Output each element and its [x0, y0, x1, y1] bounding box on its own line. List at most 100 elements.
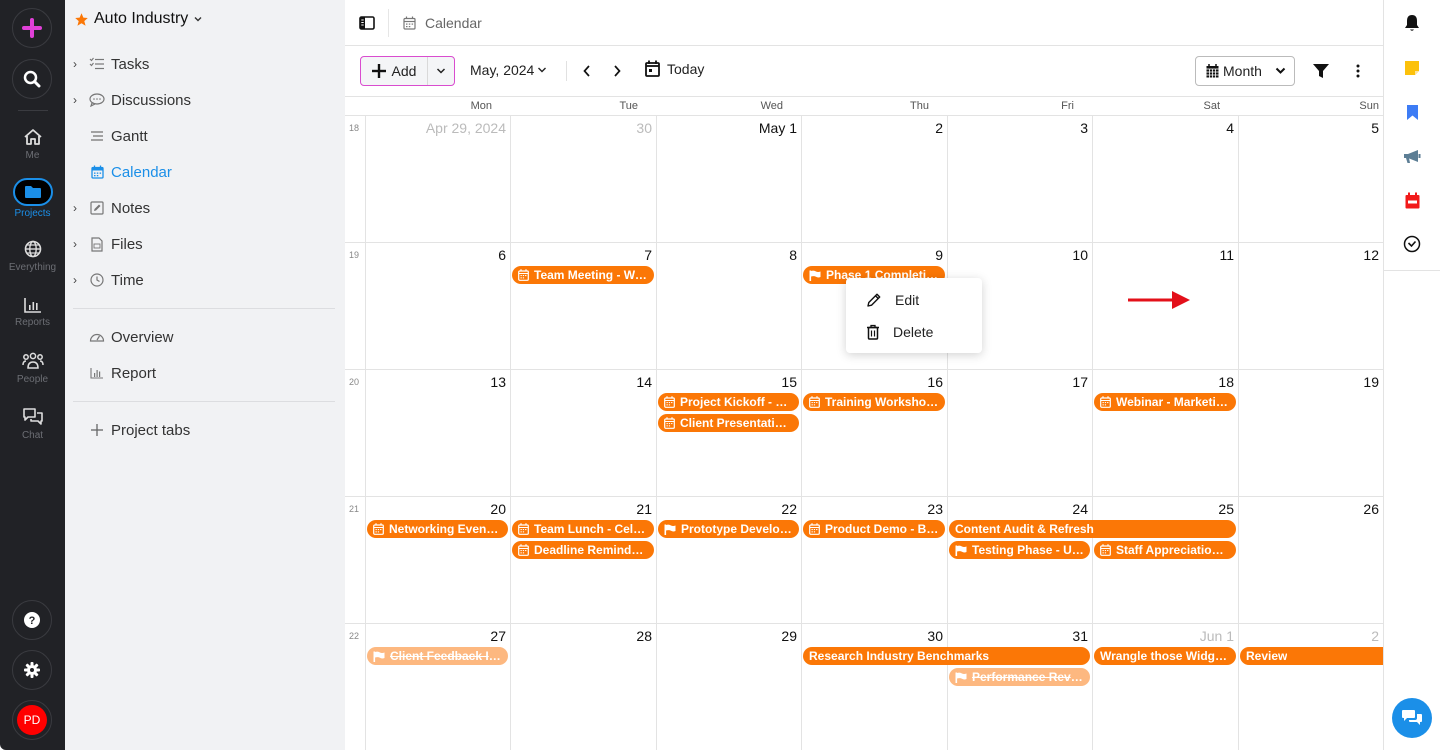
add-dropdown-button[interactable] [428, 57, 454, 85]
day-number[interactable]: 12 [1363, 247, 1379, 263]
rail-item-projects[interactable]: Projects [0, 178, 65, 219]
day-cell[interactable]: 20 [365, 497, 510, 624]
day-cell[interactable]: 8 [656, 243, 801, 370]
day-cell[interactable]: 25 [1092, 497, 1238, 624]
day-number[interactable]: Apr 29, 2024 [426, 120, 506, 136]
calendar-event[interactable]: Team Lunch - Celebr… [512, 520, 654, 538]
previous-month-button[interactable] [577, 60, 597, 82]
chevron-right-icon[interactable]: › [73, 93, 87, 107]
day-number[interactable]: 16 [927, 374, 943, 390]
day-cell[interactable]: 31 [947, 624, 1092, 750]
day-cell[interactable]: 29 [656, 624, 801, 750]
sidebar-item-report[interactable]: Report [73, 361, 156, 385]
more-options-button[interactable] [1347, 60, 1369, 82]
support-chat-button[interactable] [1392, 698, 1432, 738]
day-cell[interactable]: May 1 [656, 116, 801, 243]
day-cell[interactable]: 23 [801, 497, 947, 624]
help-button[interactable]: ? [12, 600, 52, 640]
add-project-tab-button[interactable]: Project tabs [73, 418, 190, 442]
day-cell[interactable]: 4 [1092, 116, 1238, 243]
day-number[interactable]: 25 [1218, 501, 1234, 517]
filter-button[interactable] [1310, 60, 1332, 82]
sidebar-item-files[interactable]: › Files [73, 232, 143, 256]
calendar-event[interactable]: Project Kickoff - Pla… [658, 393, 799, 411]
rail-item-me[interactable]: Me [0, 128, 65, 161]
day-cell[interactable]: 27 [365, 624, 510, 750]
day-number[interactable]: 17 [1072, 374, 1088, 390]
day-number[interactable]: 15 [781, 374, 797, 390]
sticky-notes-button[interactable] [1401, 57, 1423, 79]
sidebar-item-discussions[interactable]: › Discussions [73, 88, 191, 112]
day-number[interactable]: 2 [935, 120, 943, 136]
events-button[interactable] [1401, 189, 1423, 211]
view-select[interactable]: Month [1195, 56, 1295, 86]
calendar-event[interactable]: Wrangle those Widgets… [1094, 647, 1236, 665]
day-number[interactable]: Jun 1 [1200, 628, 1234, 644]
day-cell[interactable]: 21 [510, 497, 656, 624]
rail-item-people[interactable]: People [0, 352, 65, 385]
month-picker[interactable]: May, 2024 [470, 62, 547, 78]
calendar-event[interactable]: Client Presentation -… [658, 414, 799, 432]
bookmarks-button[interactable] [1401, 101, 1423, 123]
calendar-event[interactable]: Staff Appreciation D… [1094, 541, 1236, 559]
day-number[interactable]: 29 [781, 628, 797, 644]
day-cell[interactable]: 17 [947, 370, 1092, 497]
day-cell[interactable]: Apr 29, 2024 [365, 116, 510, 243]
calendar-event[interactable]: Webinar - Marketing … [1094, 393, 1236, 411]
chevron-right-icon[interactable]: › [73, 237, 87, 251]
day-cell[interactable]: 19 [1238, 370, 1383, 497]
day-number[interactable]: 4 [1226, 120, 1234, 136]
day-cell[interactable]: 13 [365, 370, 510, 497]
calendar-event[interactable]: Client Feedback Inc… [367, 647, 508, 665]
day-cell[interactable]: 2 [1238, 624, 1383, 750]
day-cell[interactable]: 16 [801, 370, 947, 497]
sidebar-item-tasks[interactable]: › Tasks [73, 52, 149, 76]
day-number[interactable]: 28 [636, 628, 652, 644]
calendar-event[interactable]: Networking Event - I… [367, 520, 508, 538]
day-number[interactable]: 7 [644, 247, 652, 263]
day-number[interactable]: 10 [1072, 247, 1088, 263]
delete-menu-item[interactable]: Delete [846, 317, 982, 347]
day-cell[interactable]: 22 [656, 497, 801, 624]
rail-item-everything[interactable]: Everything [0, 240, 65, 273]
day-number[interactable]: 21 [636, 501, 652, 517]
day-number[interactable]: 30 [636, 120, 652, 136]
settings-button[interactable] [12, 650, 52, 690]
day-number[interactable]: 26 [1363, 501, 1379, 517]
create-button[interactable] [12, 8, 52, 48]
calendar-event[interactable]: Training Workshop - … [803, 393, 945, 411]
search-button[interactable] [12, 59, 52, 99]
chevron-right-icon[interactable]: › [73, 57, 87, 71]
day-number[interactable]: 30 [927, 628, 943, 644]
notifications-button[interactable] [1401, 12, 1423, 34]
calendar-event[interactable]: Deadline Reminder - … [512, 541, 654, 559]
calendar-event[interactable]: Content Audit & Refresh [949, 520, 1236, 538]
day-number[interactable]: 6 [498, 247, 506, 263]
toggle-sidebar-button[interactable] [345, 8, 389, 37]
sidebar-item-calendar[interactable]: Calendar [73, 160, 172, 184]
day-number[interactable]: 2 [1371, 628, 1379, 644]
calendar-event[interactable]: Performance Revie… [949, 668, 1090, 686]
project-switcher[interactable]: Auto Industry [74, 10, 203, 28]
day-number[interactable]: 20 [490, 501, 506, 517]
chevron-right-icon[interactable]: › [73, 201, 87, 215]
day-number[interactable]: May 1 [759, 120, 797, 136]
day-number[interactable]: 22 [781, 501, 797, 517]
calendar-event[interactable]: Team Meeting - Wee… [512, 266, 654, 284]
day-cell[interactable]: 26 [1238, 497, 1383, 624]
calendar-event[interactable]: Prototype Develop… [658, 520, 799, 538]
day-number[interactable]: 13 [490, 374, 506, 390]
day-cell[interactable]: 2 [801, 116, 947, 243]
calendar-event[interactable]: Testing Phase - Us… [949, 541, 1090, 559]
day-number[interactable]: 27 [490, 628, 506, 644]
announcements-button[interactable] [1401, 145, 1423, 167]
time-tracker-button[interactable] [1401, 233, 1423, 255]
day-number[interactable]: 9 [935, 247, 943, 263]
sidebar-item-overview[interactable]: Overview [73, 325, 174, 349]
day-cell[interactable]: 3 [947, 116, 1092, 243]
day-cell[interactable]: 15 [656, 370, 801, 497]
day-cell[interactable]: 30 [801, 624, 947, 750]
day-cell[interactable]: 6 [365, 243, 510, 370]
rail-item-chat[interactable]: Chat [0, 408, 65, 441]
day-number[interactable]: 5 [1371, 120, 1379, 136]
